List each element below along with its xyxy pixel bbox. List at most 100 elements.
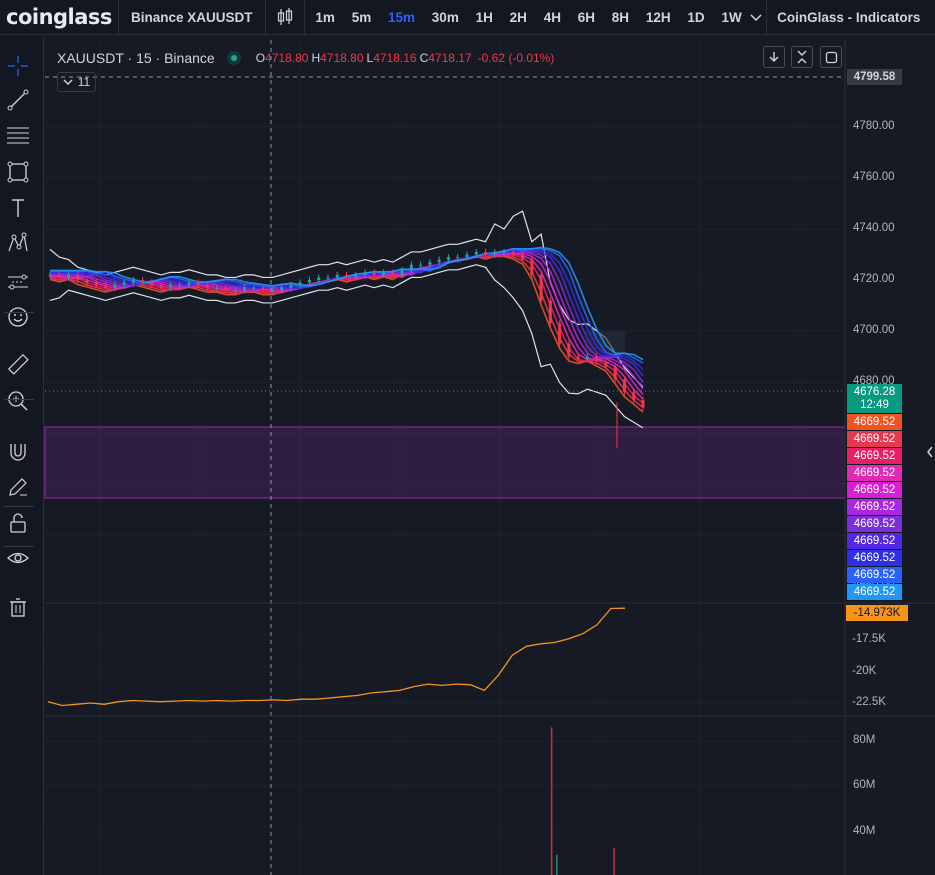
top-toolbar: coinglass Binance XAUUSDT 1m 5m 15m 30m 1H 2H… [0, 0, 935, 35]
market-status-icon [226, 51, 241, 65]
fullscreen-button[interactable] [820, 46, 842, 68]
candle-body [539, 274, 543, 301]
interval-1w[interactable]: 1W [713, 10, 750, 25]
symbol-selector[interactable]: Binance XAUUSDT [119, 10, 265, 25]
candle-body [345, 274, 348, 278]
interval-6h[interactable]: 6H [569, 10, 603, 25]
chevron-down-icon [63, 79, 73, 85]
crosshair-icon [8, 56, 28, 76]
bar-countdown: 12:49 [860, 398, 889, 411]
interval-4h[interactable]: 4H [535, 10, 569, 25]
legend-low-value: 4718.16 [373, 51, 417, 65]
scroll-to-latest-button[interactable] [763, 46, 785, 68]
candle-body [419, 264, 423, 266]
drawing-toolbar [0, 36, 44, 875]
tool-pattern[interactable] [4, 229, 32, 257]
interval-30m[interactable]: 30m [423, 10, 467, 25]
candle-body [465, 254, 469, 258]
interval-5m[interactable]: 5m [343, 10, 379, 25]
candle-body [122, 282, 126, 286]
candle-body [224, 287, 228, 291]
candle-body [159, 285, 163, 288]
interval-2h[interactable]: 2H [501, 10, 535, 25]
fib-retracement-icon [7, 127, 29, 144]
indicator-value-tag: 4669.52 [847, 465, 902, 481]
tool-trend-line[interactable] [4, 86, 32, 114]
tool-text[interactable] [4, 194, 32, 222]
expand-panel-button[interactable] [925, 442, 935, 462]
crosshair-price-tag: 4799.58 [847, 69, 902, 85]
interval-15m[interactable]: 15m [380, 10, 424, 25]
volume-axis-label: 40M [853, 825, 876, 837]
more-intervals-button[interactable] [750, 12, 766, 22]
chart-legend: XAUUSDT · 15 · Binance O 4718.80 H 4718.80… [57, 48, 554, 68]
cvd-line [47, 607, 626, 707]
cvd-axis-label: -22.5K [852, 696, 886, 708]
candle-body [372, 272, 376, 275]
tool-ruler[interactable] [4, 350, 32, 378]
candle-body [446, 257, 450, 260]
tool-stay-drawing[interactable] [4, 473, 32, 501]
tool-emoji[interactable] [4, 303, 32, 331]
candle-body [493, 251, 497, 255]
candle-body [261, 287, 265, 291]
trash-icon [10, 598, 26, 617]
legend-high-value: 4718.80 [320, 51, 364, 65]
cvd-axis-label: -17.5K [852, 633, 886, 645]
interval-12h[interactable]: 12H [637, 10, 679, 25]
indicator-value-tag: 4669.52 [847, 584, 902, 600]
candle-body [150, 282, 154, 286]
candle-body [85, 280, 89, 283]
chart-canvas[interactable] [0, 0, 935, 875]
indicators-toggle[interactable]: 11 [57, 72, 96, 92]
candles-icon [277, 8, 293, 25]
price-axis-label: 4700.00 [853, 324, 895, 336]
candle-body [576, 356, 580, 360]
legend-symbol-title[interactable]: XAUUSDT · 15 · Binance [57, 50, 215, 66]
text-icon [12, 199, 24, 217]
volume-axis-label: 60M [853, 779, 876, 791]
tool-zoom-in[interactable] [4, 387, 32, 415]
candle-body [215, 287, 219, 289]
indicators-button[interactable]: CoinGlass - Indicators [767, 10, 920, 25]
tool-magnet[interactable] [4, 438, 32, 466]
price-axis-label: 4720.00 [853, 273, 895, 285]
candle-body [94, 282, 98, 286]
chart-type-button[interactable] [266, 0, 304, 35]
volume-bar [556, 854, 558, 875]
candle-body [613, 366, 617, 380]
band-upper [49, 210, 644, 388]
interval-1m[interactable]: 1m [307, 10, 343, 25]
ruler-icon [7, 353, 29, 375]
tool-lock[interactable] [4, 509, 32, 537]
candle-body [530, 259, 534, 275]
bollinger-bands [49, 210, 644, 429]
indicator-value-tag: 4669.52 [847, 516, 902, 532]
volume-bar [613, 847, 615, 875]
candle-body [141, 280, 145, 283]
eye-icon [7, 552, 29, 564]
prediction-icon [8, 274, 28, 290]
toolbar-separator [4, 506, 34, 507]
coinglass-logo[interactable]: coinglass [0, 5, 118, 29]
tool-crosshair[interactable] [4, 52, 32, 80]
ma-line [50, 247, 644, 364]
tool-prediction[interactable] [4, 268, 32, 296]
candle-body [187, 282, 191, 286]
tool-fib-retracement[interactable] [4, 121, 32, 149]
emoji-icon [8, 307, 28, 327]
volume-axis-label: 80M [853, 734, 876, 746]
ma-line [50, 250, 644, 383]
collapse-button[interactable] [791, 46, 813, 68]
interval-1d[interactable]: 1D [679, 10, 713, 25]
candle-body [567, 343, 571, 357]
candle-body [409, 264, 413, 270]
interval-1h[interactable]: 1H [467, 10, 501, 25]
tool-trash[interactable] [4, 593, 32, 621]
toolbar-separator [4, 546, 34, 547]
candle-body [622, 379, 626, 393]
interval-8h[interactable]: 8H [603, 10, 637, 25]
tool-eye[interactable] [4, 544, 32, 572]
tool-rectangle[interactable] [4, 158, 32, 186]
legend-close-value: 4718.17 [428, 51, 472, 65]
